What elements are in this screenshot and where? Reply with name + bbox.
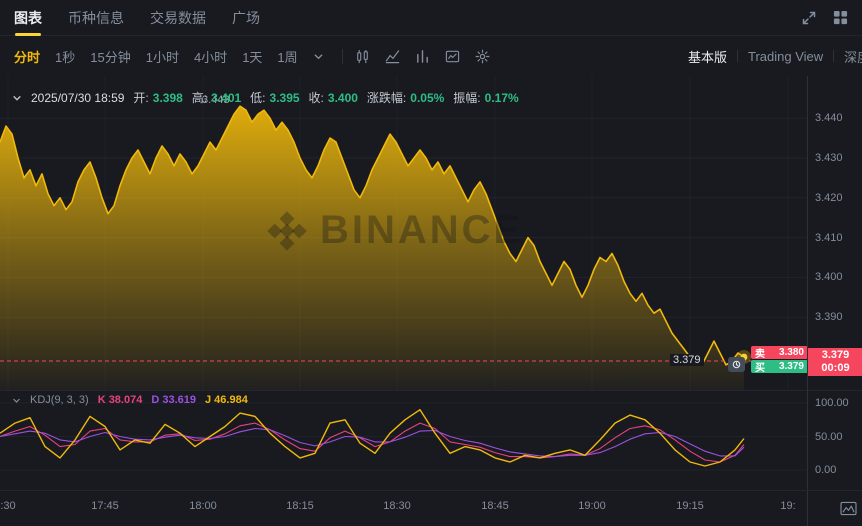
view-divider bbox=[833, 50, 834, 62]
fullscreen-chart-icon[interactable] bbox=[807, 491, 862, 526]
sell-price: 3.380 bbox=[779, 347, 804, 358]
view-switcher: 基本版 Trading View 深度图 bbox=[688, 36, 862, 76]
time-label-9: 19: bbox=[780, 500, 795, 512]
time-label-1: :30 bbox=[0, 500, 15, 512]
time-label-2: 17:45 bbox=[91, 500, 119, 512]
expand-icon[interactable] bbox=[801, 10, 817, 26]
price-tick: 3.410 bbox=[815, 232, 843, 244]
candlestick-icon[interactable] bbox=[355, 49, 370, 64]
interval-3[interactable]: 15分钟 bbox=[90, 47, 130, 66]
interval-4[interactable]: 1小时 bbox=[146, 47, 179, 66]
buy-quote-badge[interactable]: 买 3.379 bbox=[751, 360, 808, 373]
price-tick: 3.440 bbox=[815, 112, 843, 124]
trend-line-icon[interactable] bbox=[385, 49, 400, 64]
candle-countdown: 00:09 bbox=[821, 362, 849, 375]
ohlc-fields: 开:3.398 高:3.401 低:3.395 收:3.400 涨跌幅:0.05% 振幅:… bbox=[133, 89, 518, 106]
time-label-7: 19:00 bbox=[578, 500, 606, 512]
price-tick: 3.420 bbox=[815, 192, 843, 204]
top-nav: 图表币种信息交易数据广场 bbox=[0, 0, 862, 36]
interval-7[interactable]: 1周 bbox=[277, 47, 297, 66]
current-price-box: 3.379 00:09 bbox=[808, 348, 862, 376]
quote-badges: 卖 3.380 买 3.379 bbox=[751, 346, 808, 373]
apps-grid-icon[interactable] bbox=[833, 10, 848, 25]
nav-tab-2[interactable]: 币种信息 bbox=[68, 0, 124, 36]
price-tick: 3.400 bbox=[815, 271, 843, 283]
price-tick: 3.390 bbox=[815, 311, 843, 323]
view-3[interactable]: 深度图 bbox=[844, 47, 862, 66]
last-price-label: 3.379 bbox=[670, 354, 704, 366]
price-alert-icon[interactable] bbox=[728, 357, 745, 372]
kdj-values: K 38.074 D 33.619 J 46.984 bbox=[98, 394, 248, 406]
ohlc-field-1: 开:3.398 bbox=[133, 89, 182, 106]
ohlc-field-2: 高:3.401 bbox=[192, 89, 241, 106]
interval-5[interactable]: 4小时 bbox=[194, 47, 227, 66]
kdj-tick: 0.00 bbox=[815, 464, 836, 476]
buy-label: 买 bbox=[755, 359, 765, 374]
buy-price: 3.379 bbox=[779, 361, 804, 372]
ohlc-row: 2025/07/30 18:59 开:3.398 高:3.401 低:3.395 收:… bbox=[12, 89, 519, 106]
chart-toolbar: 分时 1秒 15分钟 1小时 4小时 1天 1周 基本版 Trading View 深度图 bbox=[0, 36, 862, 76]
kdj-value-D: D 33.619 bbox=[151, 394, 196, 406]
interval-more-chevron-down-icon[interactable] bbox=[313, 51, 324, 62]
price-tick: 3.430 bbox=[815, 152, 843, 164]
view-1[interactable]: 基本版 bbox=[688, 47, 727, 66]
time-label-5: 18:30 bbox=[383, 500, 411, 512]
nav-icons bbox=[801, 10, 848, 26]
ohlc-field-4: 收:3.400 bbox=[309, 89, 358, 106]
kdj-tick: 50.00 bbox=[815, 431, 843, 443]
indicator-icon[interactable] bbox=[445, 49, 460, 64]
toolbar-divider bbox=[342, 49, 343, 64]
view-divider bbox=[737, 50, 738, 62]
sell-label: 卖 bbox=[755, 345, 765, 360]
nav-tab-4[interactable]: 广场 bbox=[232, 0, 260, 36]
view-2[interactable]: Trading View bbox=[748, 49, 823, 64]
main-price-chart[interactable] bbox=[0, 76, 807, 390]
price-axis[interactable]: 3.379 00:09 3.440 3.430 3.420 3.410 3.400 3.3… bbox=[807, 76, 862, 490]
time-label-4: 18:15 bbox=[286, 500, 314, 512]
kdj-value-K: K 38.074 bbox=[98, 394, 143, 406]
collapse-chevron-down-icon[interactable] bbox=[12, 93, 22, 103]
interval-list: 分时 1秒 15分钟 1小时 4小时 1天 1周 bbox=[14, 47, 313, 66]
current-price: 3.379 bbox=[822, 349, 850, 362]
interval-2[interactable]: 1秒 bbox=[55, 47, 75, 66]
nav-tab-1[interactable]: 图表 bbox=[14, 0, 42, 36]
ohlc-field-6: 振幅:0.17% bbox=[453, 89, 518, 106]
bar-chart-icon[interactable] bbox=[415, 49, 430, 64]
ohlc-datetime: 2025/07/30 18:59 bbox=[31, 91, 124, 105]
interval-6[interactable]: 1天 bbox=[242, 47, 262, 66]
kdj-chevron-down-icon[interactable] bbox=[12, 396, 21, 405]
ohlc-field-3: 低:3.395 bbox=[250, 89, 299, 106]
time-axis[interactable]: :30 17:45 18:00 18:15 18:30 18:45 19:00 19:15 19… bbox=[0, 491, 807, 526]
panel-separator bbox=[0, 390, 862, 391]
nav-tab-3[interactable]: 交易数据 bbox=[150, 0, 206, 36]
nav-tabs: 图表币种信息交易数据广场 bbox=[14, 0, 260, 36]
kdj-header: KDJ(9, 3, 3) K 38.074 D 33.619 J 46.984 bbox=[12, 394, 248, 406]
time-label-6: 18:45 bbox=[481, 500, 509, 512]
ohlc-field-5: 涨跌幅:0.05% bbox=[367, 89, 444, 106]
time-label-3: 18:00 bbox=[189, 500, 217, 512]
interval-1[interactable]: 分时 bbox=[14, 47, 40, 66]
time-label-8: 19:15 bbox=[676, 500, 704, 512]
settings-gear-icon[interactable] bbox=[475, 49, 490, 64]
kdj-tick: 100.00 bbox=[815, 397, 849, 409]
sell-quote-badge[interactable]: 卖 3.380 bbox=[751, 346, 808, 359]
kdj-title: KDJ(9, 3, 3) bbox=[30, 394, 89, 406]
kdj-value-J: J 46.984 bbox=[205, 394, 248, 406]
